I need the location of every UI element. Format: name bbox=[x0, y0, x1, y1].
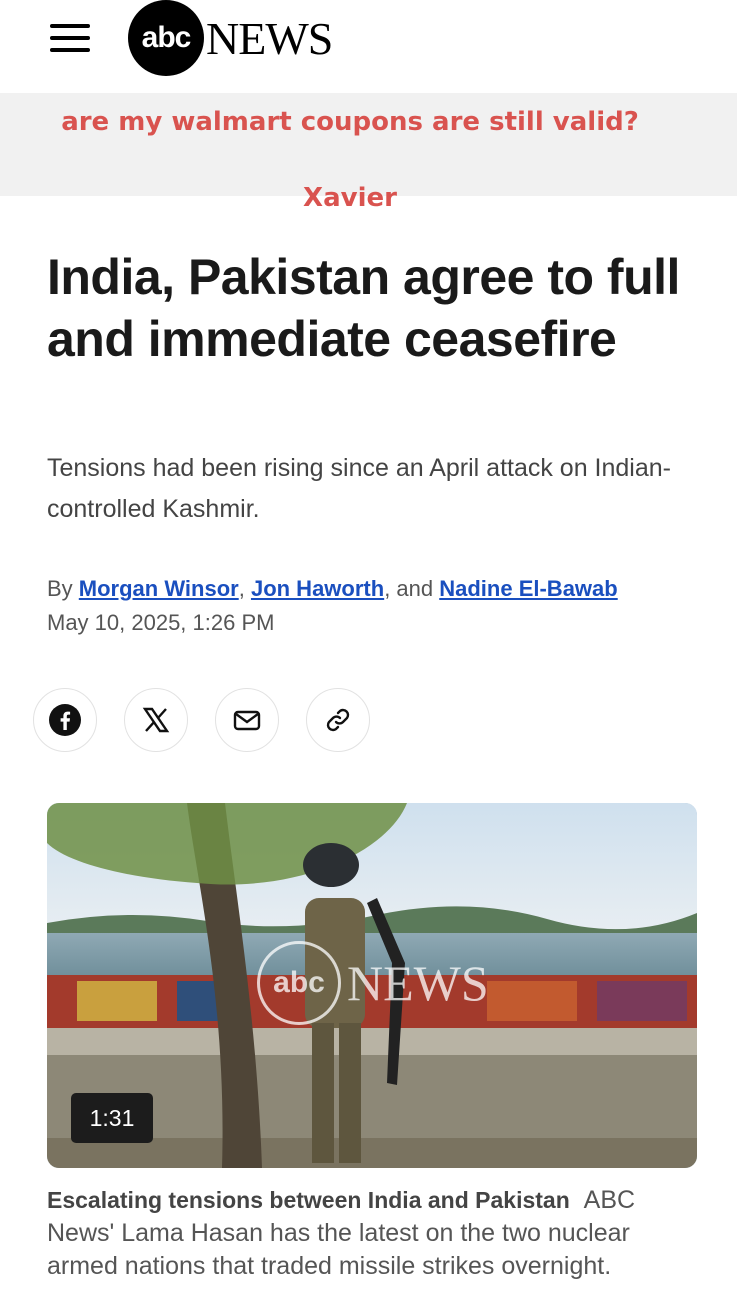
hamburger-menu-icon[interactable] bbox=[50, 22, 92, 54]
article-headline: India, Pakistan agree to full and immedi… bbox=[47, 249, 680, 367]
watermark-circle: abc bbox=[257, 941, 341, 1025]
author-link[interactable]: Nadine El-Bawab bbox=[439, 576, 617, 601]
share-facebook-button[interactable] bbox=[33, 688, 97, 752]
share-email-button[interactable] bbox=[215, 688, 279, 752]
byline: By Morgan Winsor, Jon Haworth, and Nadin… bbox=[47, 576, 618, 602]
byline-prefix: By bbox=[47, 576, 79, 601]
video-caption: Escalating tensions between India and Pa… bbox=[47, 1184, 697, 1283]
link-icon bbox=[326, 708, 350, 732]
author-link[interactable]: Morgan Winsor bbox=[79, 576, 239, 601]
x-icon bbox=[142, 707, 170, 733]
byline-separator: , and bbox=[384, 576, 440, 601]
author-link[interactable]: Jon Haworth bbox=[251, 576, 384, 601]
email-icon bbox=[233, 710, 261, 731]
banner-name: Xavier bbox=[303, 183, 397, 213]
article-dek: Tensions had been rising since an April … bbox=[47, 454, 671, 523]
share-x-button[interactable] bbox=[124, 688, 188, 752]
video-duration-badge: 1:31 bbox=[71, 1093, 153, 1143]
logo-news-text: NEWS bbox=[206, 12, 333, 64]
site-header: abc NEWS bbox=[0, 0, 737, 93]
abc-news-watermark: abc NEWS bbox=[257, 941, 489, 1025]
video-player[interactable]: abc NEWS 1:31 bbox=[47, 803, 697, 1168]
facebook-icon bbox=[49, 704, 81, 736]
logo-abc-circle: abc bbox=[128, 0, 204, 76]
copy-link-button[interactable] bbox=[306, 688, 370, 752]
caption-title: Escalating tensions between India and Pa… bbox=[47, 1187, 570, 1213]
watermark-text: NEWS bbox=[347, 955, 489, 1011]
abc-news-logo[interactable]: abc NEWS bbox=[128, 0, 333, 76]
banner-question: are my walmart coupons are still valid? bbox=[61, 107, 639, 137]
byline-separator: , bbox=[238, 576, 251, 601]
publish-date: May 10, 2025, 1:26 PM bbox=[47, 610, 275, 635]
